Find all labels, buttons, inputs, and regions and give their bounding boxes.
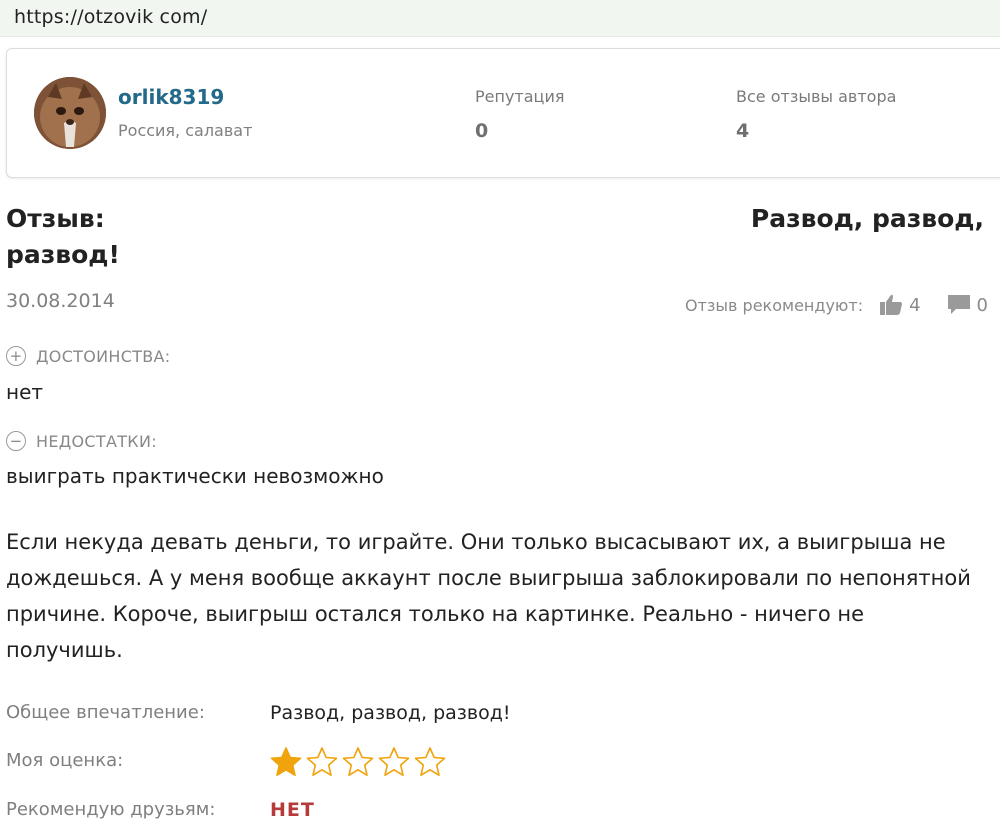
recommend-friends-value: НЕТ [270, 799, 315, 821]
recommend-friends-row: Рекомендую друзьям: НЕТ [6, 799, 606, 827]
star-empty-icon [342, 747, 374, 777]
recommend-block: Отзыв рекомендуют: 4 0 [685, 293, 988, 317]
cons-text: выиграть практически невозможно [6, 464, 384, 488]
like-button[interactable]: 4 [879, 294, 921, 316]
likes-count: 4 [909, 294, 921, 316]
star-empty-icon [378, 747, 410, 777]
star-filled-icon [270, 747, 302, 777]
author-location: Россия, салават [118, 121, 253, 140]
pros-label: ДОСТОИНСТВА: [36, 346, 171, 366]
cat-photo-icon [34, 77, 106, 149]
star-rating [270, 746, 450, 778]
review-body: Если некуда девать деньги, то играйте. О… [6, 524, 1000, 668]
star-empty-icon [306, 747, 338, 777]
review-title-text-1: Развод, развод, [750, 204, 984, 233]
plus-icon: + [6, 346, 26, 366]
review-title-label: Отзыв: [6, 204, 105, 233]
star-empty-icon [414, 747, 446, 777]
review-body-line: Если некуда девать деньги, то играйте. О… [6, 530, 946, 554]
rating-row: Моя оценка: [6, 747, 606, 778]
review-date: 30.08.2014 [6, 290, 115, 312]
url-text[interactable]: https://otzovik com/ [14, 6, 207, 28]
address-bar[interactable]: https://otzovik com/ [0, 0, 1000, 37]
comments-count: 0 [976, 294, 988, 316]
pros-heading: + ДОСТОИНСТВА: [6, 346, 171, 366]
impression-value: Развод, развод, развод! [270, 702, 511, 724]
thumbs-up-icon [879, 294, 903, 316]
all-reviews-count[interactable]: 4 [736, 120, 749, 142]
cons-label: НЕДОСТАТКИ: [36, 431, 157, 451]
author-name-link[interactable]: orlik8319 [118, 85, 224, 109]
pros-text: нет [6, 380, 44, 404]
review-body-line: дождешься. А у меня вообще аккаунт после… [6, 566, 971, 590]
impression-row: Общее впечатление: Развод, развод, разво… [6, 702, 606, 730]
comment-icon [947, 294, 971, 316]
all-reviews-label[interactable]: Все отзывы автора [736, 87, 896, 106]
impression-label: Общее впечатление: [6, 702, 205, 723]
recommend-label: Отзыв рекомендуют: [684, 295, 864, 315]
review-body-line: получишь. [6, 638, 123, 662]
avatar[interactable] [34, 77, 106, 149]
reputation-label: Репутация [475, 87, 565, 106]
author-card: orlik8319 Россия, салават Репутация 0 Вс… [6, 48, 1000, 178]
rating-label: Моя оценка: [6, 750, 124, 771]
review-title-text-2: развод! [6, 240, 120, 269]
cons-heading: − НЕДОСТАТКИ: [6, 431, 157, 451]
review-body-line: причине. Короче, выигрыш остался только … [6, 602, 865, 626]
reputation-value: 0 [475, 120, 489, 142]
recommend-friends-label: Рекомендую друзьям: [6, 799, 216, 820]
minus-icon: − [6, 431, 26, 451]
comments-button[interactable]: 0 [947, 294, 988, 316]
